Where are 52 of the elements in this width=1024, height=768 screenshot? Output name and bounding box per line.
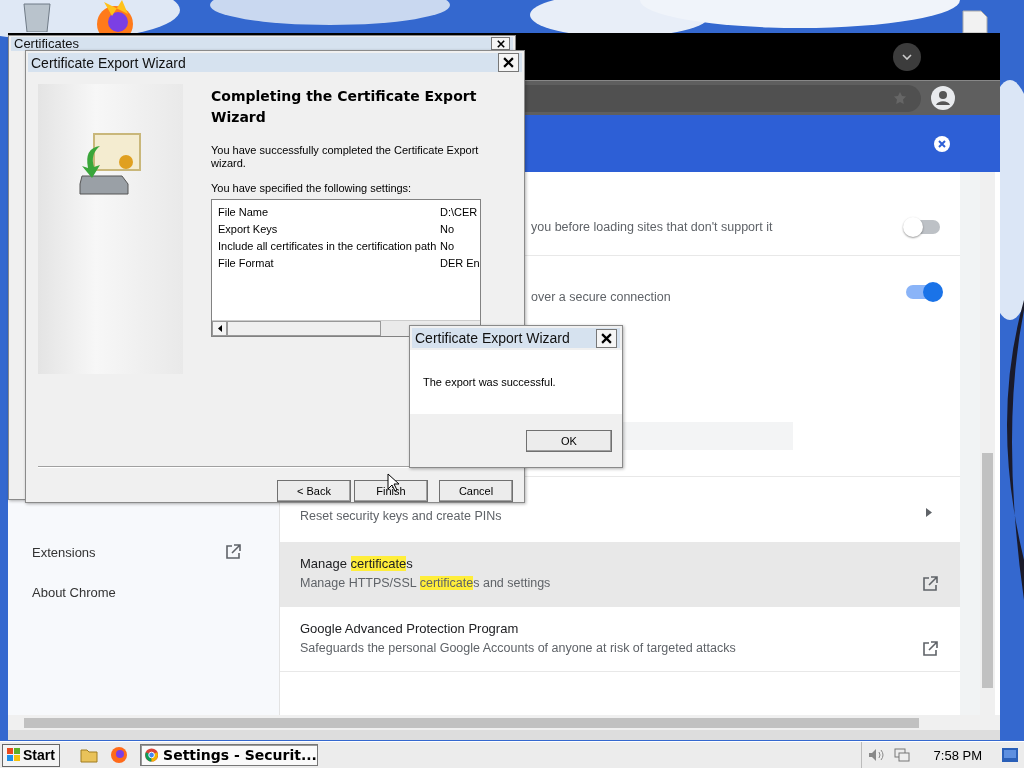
account-icon[interactable] [931,86,955,110]
external-link-icon[interactable] [922,641,938,657]
close-button[interactable] [498,53,519,72]
clock[interactable]: 7:58 PM [933,747,982,763]
toggle-switch[interactable] [906,285,940,299]
globe-icon[interactable] [109,746,128,764]
setting-name: File Name [218,205,270,218]
message-text: The export was successful. [410,350,622,414]
taskbar-task[interactable]: Settings - Securit... [139,744,318,766]
arrow-left-icon [217,325,222,332]
close-icon [503,57,514,68]
setting-description: over a secure connection [531,290,671,304]
wizard-button[interactable]: Finish [354,480,428,502]
sidebar-item[interactable]: Extensions [8,532,279,572]
setting-value: No [440,222,456,235]
window-title: Certificate Export Wizard [31,54,186,71]
chevron-down-icon [902,53,912,60]
close-button[interactable] [596,328,617,348]
dialog-title: Certificate Export Wizard [415,330,570,346]
setting-title: Google Advanced Protection Program [300,621,520,636]
chrome-logo-icon [144,748,159,762]
window-title: Certificates [14,37,80,50]
wizard-button[interactable]: Cancel [439,480,513,502]
intro-text: You have successfully completed the Certificate Export wizard. [211,144,480,170]
close-icon [496,39,505,48]
network-icon[interactable] [893,748,910,762]
tab-search-button[interactable] [893,42,921,71]
setting-value: D:\CER [440,205,479,218]
ok-button[interactable]: OK [526,429,612,452]
setting-value: No [440,239,456,252]
external-link-icon[interactable] [225,544,241,560]
close-icon [601,332,612,344]
sidebar-item[interactable]: About Chrome [8,572,279,612]
close-icon[interactable] [934,135,950,152]
speaker-icon[interactable] [867,748,884,762]
setting-name: Export Keys [218,222,279,235]
setting-description: Safeguards the personal Google Accounts of anyone at risk of targeted attacks [300,641,736,655]
setting-description: Reset security keys and create PINs [300,509,502,523]
chevron-right-icon[interactable] [926,508,932,517]
windows-logo-icon [7,748,21,762]
setting-value: DER En [440,256,480,269]
close-button[interactable] [491,37,510,50]
start-button[interactable]: Start [2,743,60,767]
vertical-scrollbar[interactable] [980,172,995,715]
setting-description: you before loading sites that don't support it [531,220,773,234]
wizard-heading: Completing the Certificate Export Wizard [211,87,478,127]
external-link-icon[interactable] [922,576,938,592]
wizard-button[interactable]: < Back [277,480,351,502]
setting-name: File Format [218,256,275,269]
certificate-drive-icon [77,132,144,196]
toggle-switch[interactable] [906,220,940,234]
scroll-left-button[interactable] [212,321,227,336]
